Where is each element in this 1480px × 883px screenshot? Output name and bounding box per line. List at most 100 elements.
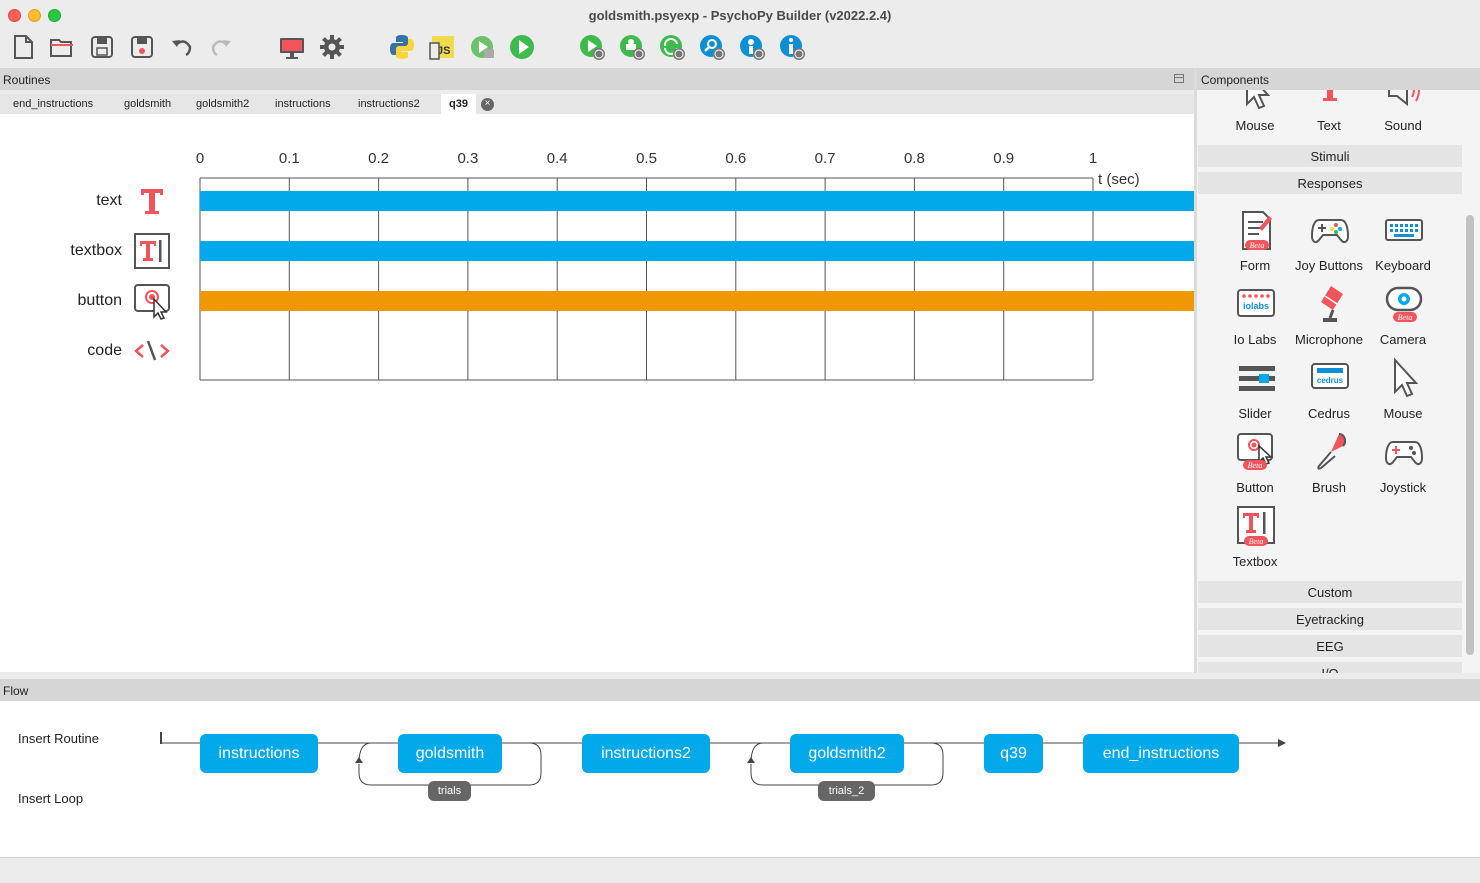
components-scrollbar[interactable] <box>1466 215 1474 655</box>
user-info-button[interactable] <box>737 32 767 62</box>
insert-routine-button[interactable]: Insert Routine <box>18 731 99 746</box>
component-label: Io Labs <box>1233 332 1277 347</box>
search-icon <box>700 35 725 60</box>
flow-routine-instructions2[interactable]: instructions2 <box>582 734 710 773</box>
gear-icon <box>320 35 344 59</box>
status-bar <box>0 857 1480 883</box>
bug-icon <box>620 35 645 60</box>
compile-python-button[interactable] <box>387 32 417 62</box>
component-sound[interactable]: Sound <box>1368 90 1438 140</box>
svg-text:Beta: Beta <box>1250 241 1265 250</box>
close-tab-icon[interactable]: × <box>481 98 494 111</box>
component-joy-buttons[interactable]: Joy Buttons <box>1294 208 1364 280</box>
time-tick-label: 0.3 <box>457 150 478 167</box>
category-eyetracking[interactable]: Eyetracking <box>1198 608 1462 630</box>
component-label: Keyboard <box>1375 258 1431 273</box>
component-mouse-top[interactable]: Mouse <box>1220 90 1290 140</box>
component-text[interactable]: Text <box>1294 90 1364 140</box>
flow-routine-q39[interactable]: q39 <box>984 734 1043 773</box>
component-label: Microphone <box>1295 332 1363 347</box>
tab-instructions2[interactable]: instructions2 <box>358 98 420 110</box>
component-label: Button <box>1236 480 1274 495</box>
component-label[interactable]: text <box>96 192 122 210</box>
new-file-button[interactable] <box>8 32 38 62</box>
flow-title: Flow <box>3 684 29 698</box>
flow-loop-trials-2[interactable]: trials_2 <box>818 781 875 801</box>
python-icon <box>390 35 414 59</box>
sync-online-button[interactable] <box>657 32 687 62</box>
search-project-button[interactable] <box>697 32 727 62</box>
insert-loop-button[interactable]: Insert Loop <box>18 791 83 806</box>
flow-loop-trials[interactable]: trials <box>428 781 471 801</box>
monitor-center-button[interactable] <box>277 32 307 62</box>
time-tick-label: 0 <box>196 150 204 167</box>
flow-routine-goldsmith2[interactable]: goldsmith2 <box>790 734 904 773</box>
tab-q39[interactable]: q39 <box>441 94 476 114</box>
form-icon: Beta <box>1242 211 1272 250</box>
component-camera[interactable]: Beta Camera <box>1368 282 1438 354</box>
open-file-button[interactable] <box>47 32 77 62</box>
flow-panel[interactable]: Insert Routine Insert Loop instructions … <box>0 701 1480 857</box>
undo-icon <box>172 40 192 57</box>
category-eeg[interactable]: EEG <box>1198 635 1462 657</box>
pilot-online-button[interactable] <box>577 32 607 62</box>
tab-instructions[interactable]: instructions <box>275 98 331 110</box>
undo-button[interactable] <box>167 32 197 62</box>
textbox-icon: Beta <box>1237 506 1275 546</box>
brush-icon <box>1317 433 1347 470</box>
tab-goldsmith2[interactable]: goldsmith2 <box>196 98 249 110</box>
redo-button[interactable] <box>206 32 236 62</box>
flow-routine-end-instructions[interactable]: end_instructions <box>1083 734 1239 773</box>
component-label: Sound <box>1384 118 1422 133</box>
routine-canvas[interactable]: 0 0.1 0.2 0.3 0.4 0.5 0.6 0.7 0.8 0.9 1 t (sec) tex… <box>0 114 1194 672</box>
text-icon[interactable] <box>132 181 172 221</box>
experiment-settings-button[interactable] <box>317 32 347 62</box>
panel-maximize-icon[interactable] <box>1174 74 1184 83</box>
component-label[interactable]: textbox <box>70 242 122 260</box>
category-responses[interactable]: Responses <box>1198 172 1462 194</box>
component-form[interactable]: Beta Form <box>1220 208 1290 280</box>
component-label[interactable]: code <box>87 342 122 360</box>
button-icon[interactable] <box>132 281 172 321</box>
save-file-button[interactable] <box>87 32 117 62</box>
gamepad-icon <box>1310 219 1350 244</box>
svg-text:Beta: Beta <box>1398 313 1413 322</box>
textbox-icon[interactable] <box>132 231 172 271</box>
about-info-button[interactable] <box>777 32 807 62</box>
component-textbox[interactable]: Beta Textbox <box>1220 504 1290 576</box>
component-button[interactable]: Beta Button <box>1220 430 1290 502</box>
compile-js-button[interactable]: JS <box>427 32 457 62</box>
joystick-icon <box>1384 441 1424 466</box>
component-microphone[interactable]: Microphone <box>1294 282 1364 354</box>
category-io[interactable]: I/O <box>1198 662 1462 673</box>
component-row-textbox[interactable]: textbox <box>0 231 1194 271</box>
javascript-icon: JS <box>429 36 454 60</box>
component-joystick[interactable]: Joystick <box>1368 430 1438 502</box>
category-custom[interactable]: Custom <box>1198 581 1462 603</box>
run-button[interactable] <box>507 32 537 62</box>
component-row-text[interactable]: text <box>0 181 1194 221</box>
svg-text:Beta: Beta <box>1248 461 1263 470</box>
component-keyboard[interactable]: Keyboard <box>1368 208 1438 280</box>
run-runner-button[interactable] <box>467 32 497 62</box>
tab-goldsmith[interactable]: goldsmith <box>124 98 171 110</box>
component-label: Joy Buttons <box>1295 258 1363 273</box>
component-slider[interactable]: Slider <box>1220 356 1290 428</box>
info-icon <box>780 35 805 60</box>
flow-routine-goldsmith[interactable]: goldsmith <box>398 734 502 773</box>
sync-project-button[interactable] <box>617 32 647 62</box>
component-label[interactable]: button <box>78 292 122 310</box>
sync-icon <box>660 35 685 60</box>
code-icon[interactable] <box>132 331 172 371</box>
tab-end-instructions[interactable]: end_instructions <box>13 98 93 110</box>
component-row-button[interactable]: button <box>0 281 1194 321</box>
component-brush[interactable]: Brush <box>1294 430 1364 502</box>
component-row-code[interactable]: code <box>0 331 1194 371</box>
component-io-labs[interactable]: iolabs Io Labs <box>1220 282 1290 354</box>
category-stimuli[interactable]: Stimuli <box>1198 145 1462 167</box>
flow-routine-instructions[interactable]: instructions <box>200 734 318 773</box>
component-cedrus[interactable]: cedrus Cedrus <box>1294 356 1364 428</box>
component-mouse[interactable]: Mouse <box>1368 356 1438 428</box>
time-tick-label: 0.8 <box>904 150 925 167</box>
save-as-button[interactable] <box>127 32 157 62</box>
